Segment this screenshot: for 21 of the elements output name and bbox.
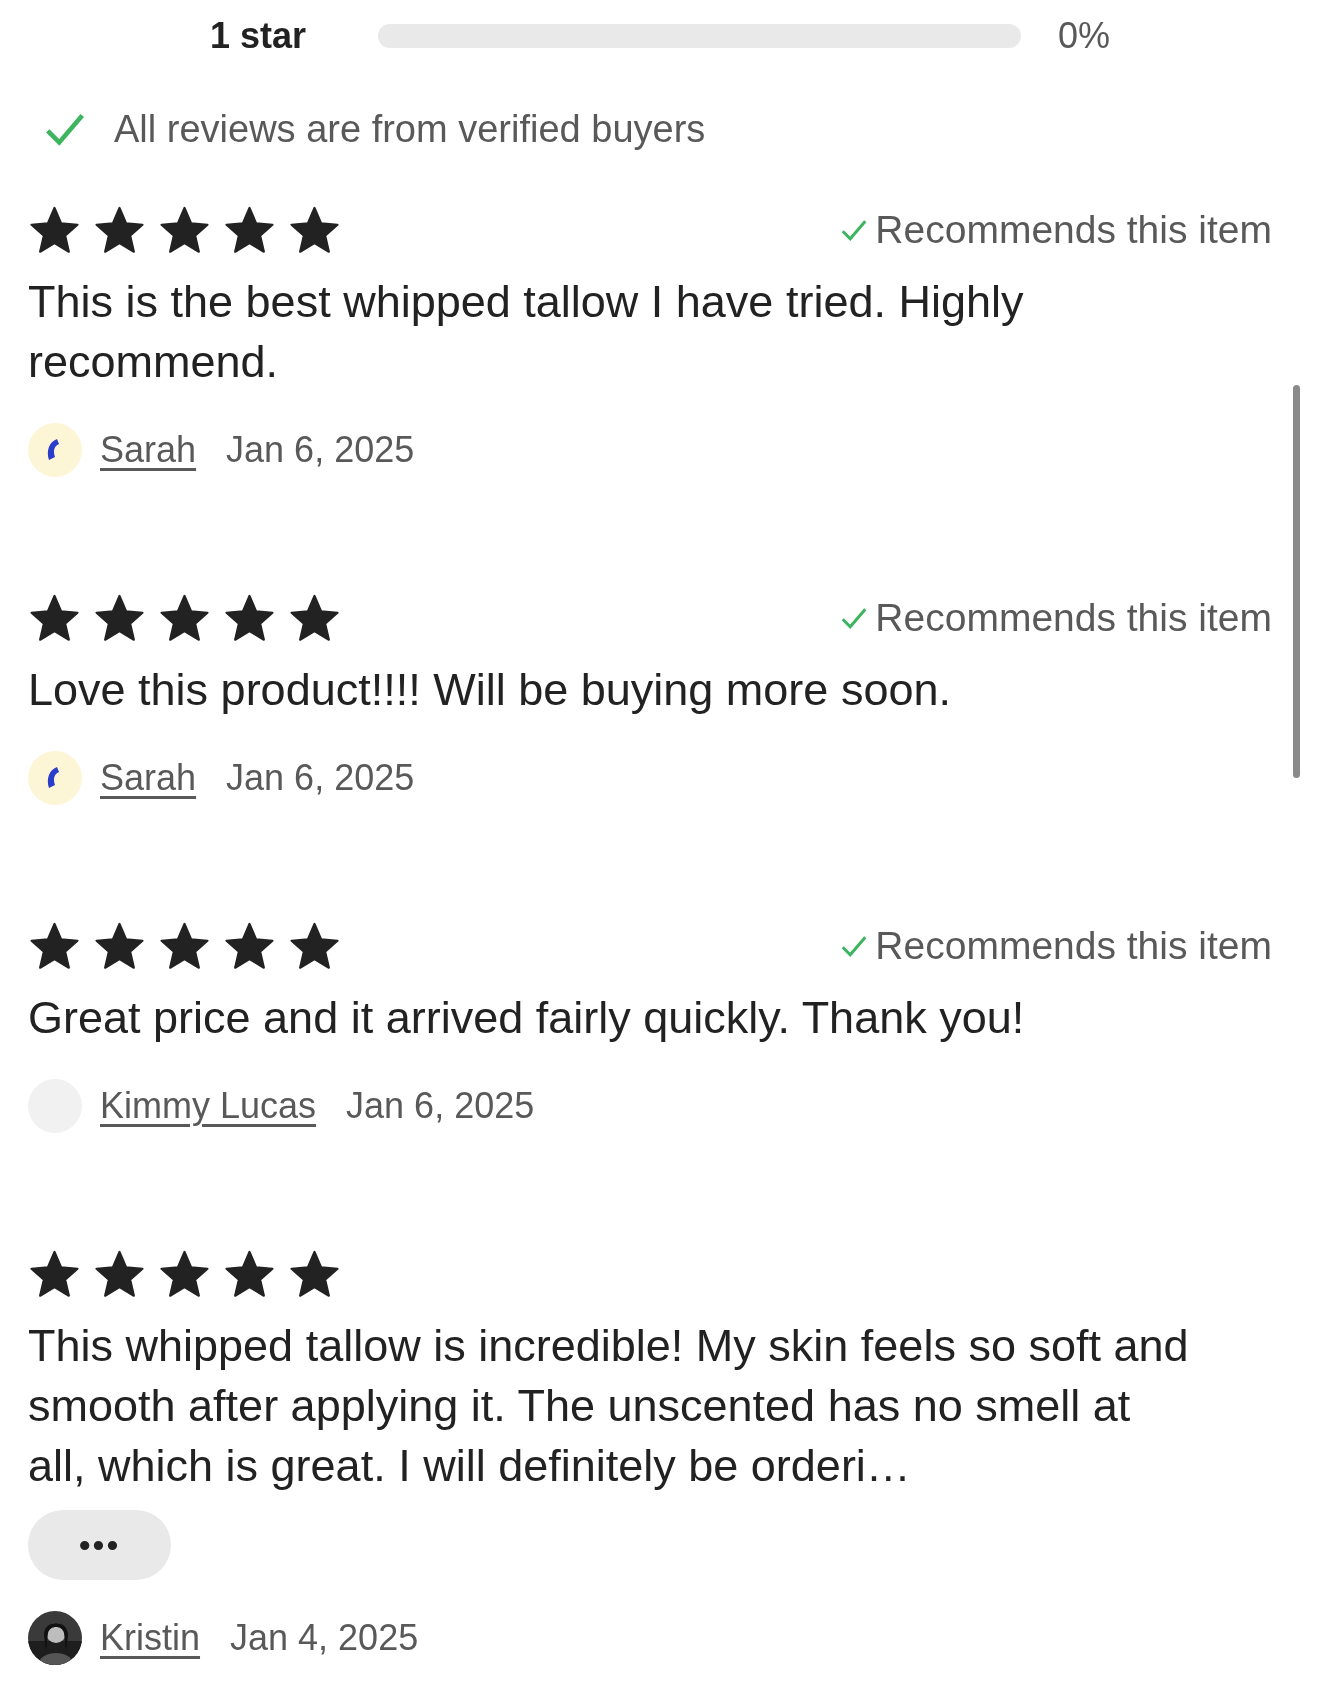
recommends-label: Recommends this item <box>875 922 1272 969</box>
avatar-logo <box>28 751 82 805</box>
review-date: Jan 6, 2025 <box>226 428 415 472</box>
recommends-label: Recommends this item <box>875 206 1272 253</box>
more-button[interactable]: ••• <box>28 1510 171 1580</box>
rating-percent: 0% <box>1058 14 1111 58</box>
review-text: Great price and it arrived fairly quickly. Thank you! <box>28 991 1026 1045</box>
author-link[interactable]: Kimmy Lucas <box>100 1079 317 1133</box>
avatar-logo <box>28 423 82 477</box>
verified-note: All reviews are from verified buyers <box>114 106 706 152</box>
author-link[interactable]: Sarah <box>100 423 197 477</box>
rating-label: 1 star <box>210 14 308 58</box>
author-link[interactable]: Sarah <box>100 751 197 805</box>
recommends-label: Recommends this item <box>875 594 1272 641</box>
review-text: Love this product!!!! Will be buying more soon. <box>28 663 952 717</box>
review-text: This is the best whipped tallow I have tried. Highly recommend. <box>28 275 1025 389</box>
author-link[interactable]: Kristin <box>100 1611 201 1665</box>
review-date: Jan 6, 2025 <box>226 756 415 800</box>
review-date: Jan 6, 2025 <box>346 1084 535 1128</box>
review-text: This whipped tallow is incredible! My skin feels so soft and smooth after applying it. The unscented has no smell at all, which is great. I will definitely be orderi… <box>28 1319 1190 1493</box>
review-date: Jan 4, 2025 <box>230 1616 419 1660</box>
